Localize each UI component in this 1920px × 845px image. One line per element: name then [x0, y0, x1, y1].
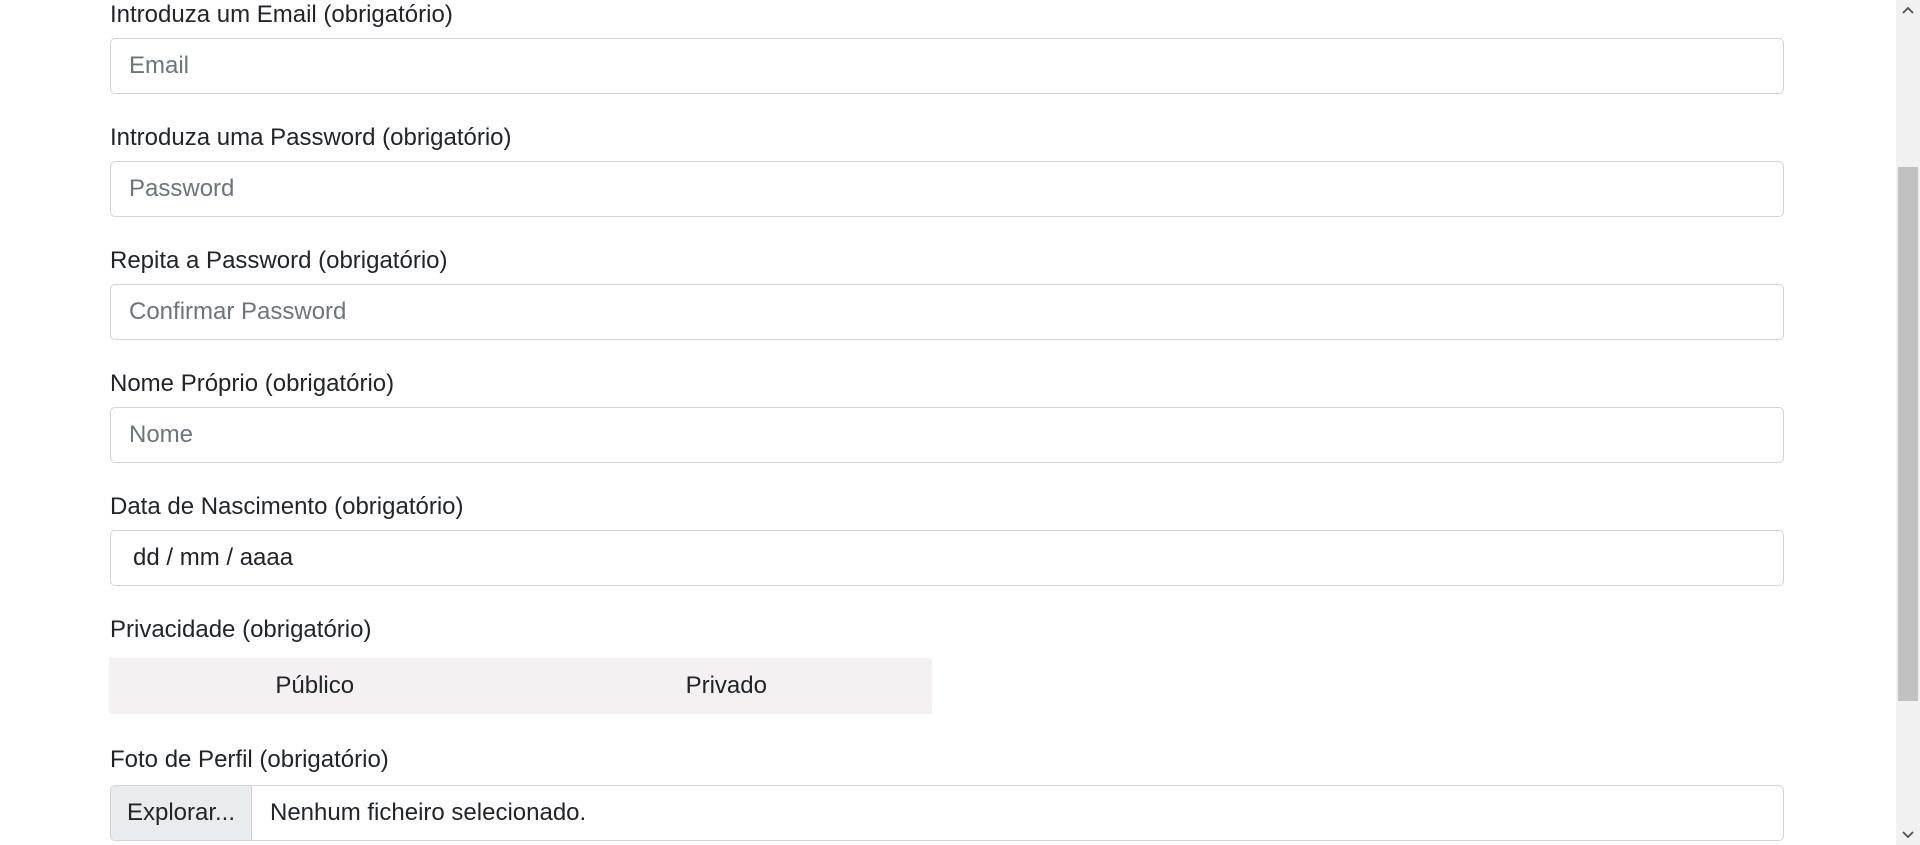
password-input[interactable]: Password: [110, 161, 1784, 217]
registration-page: Introduza um Email (obrigatório) Email I…: [0, 0, 1920, 845]
password-placeholder: Password: [129, 175, 235, 202]
birth-date-input[interactable]: dd / mm / aaaa: [110, 530, 1784, 586]
profile-photo-input[interactable]: Explorar... Nenhum ficheiro selecionado.: [110, 785, 1784, 841]
chevron-up-icon[interactable]: [1896, 0, 1920, 20]
profile-photo-label: Foto de Perfil (obrigatório): [110, 746, 389, 773]
privacy-toggle: Público Privado: [109, 658, 932, 714]
vertical-scrollbar[interactable]: [1896, 0, 1920, 845]
first-name-placeholder: Nome: [129, 421, 194, 448]
confirm-password-placeholder: Confirmar Password: [129, 298, 347, 325]
confirm-password-label: Repita a Password (obrigatório): [110, 247, 448, 274]
password-label: Introduza uma Password (obrigatório): [110, 124, 512, 151]
file-status: Nenhum ficheiro selecionado.: [270, 799, 587, 826]
chevron-down-icon[interactable]: [1896, 825, 1920, 845]
privacy-option-private[interactable]: Privado: [521, 658, 933, 714]
email-placeholder: Email: [129, 52, 190, 79]
confirm-password-input[interactable]: Confirmar Password: [110, 284, 1784, 340]
first-name-input[interactable]: Nome: [110, 407, 1784, 463]
birth-date-value: dd / mm / aaaa: [133, 544, 294, 571]
privacy-option-public[interactable]: Público: [109, 658, 521, 714]
scrollbar-thumb[interactable]: [1898, 167, 1918, 701]
privacy-label: Privacidade (obrigatório): [110, 616, 372, 643]
email-label: Introduza um Email (obrigatório): [110, 1, 453, 28]
email-input[interactable]: Email: [110, 38, 1784, 94]
birth-date-label: Data de Nascimento (obrigatório): [110, 493, 464, 520]
first-name-label: Nome Próprio (obrigatório): [110, 370, 395, 397]
browse-button[interactable]: Explorar...: [111, 786, 252, 840]
